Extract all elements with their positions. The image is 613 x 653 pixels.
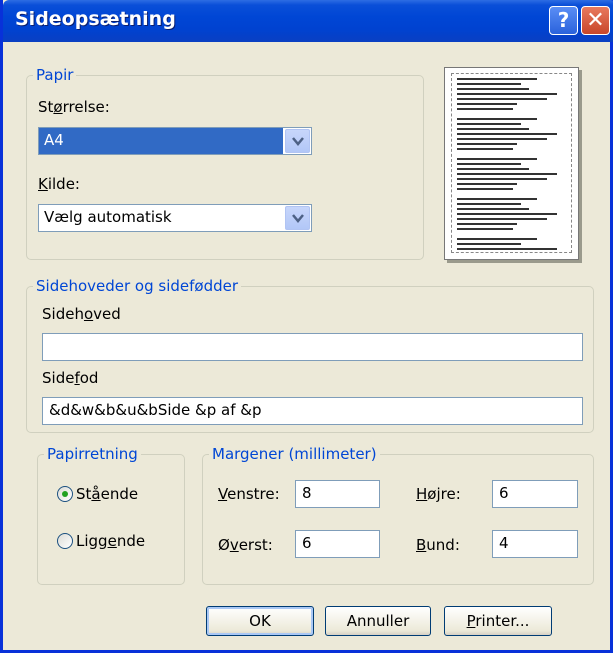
landscape-label[interactable]: Liggende [76, 532, 145, 550]
window-title: Sideopsætning [15, 8, 176, 30]
right-margin-label: Højre: [416, 485, 461, 503]
size-dropdown-button[interactable] [285, 129, 310, 153]
close-icon: ✕ [586, 8, 605, 33]
landscape-radio[interactable] [57, 533, 73, 549]
close-button[interactable]: ✕ [581, 6, 610, 35]
title-bar[interactable]: Sideopsætning ? ✕ [3, 0, 613, 42]
page-preview [444, 67, 579, 260]
margins-legend: Margener (millimeter) [212, 445, 377, 463]
source-dropdown-button[interactable] [285, 206, 310, 230]
footer-label: Sidefod [42, 369, 99, 387]
header-footer-legend: Sidehoveder og sidefødder [36, 277, 239, 295]
left-margin-input[interactable]: 8 [295, 480, 380, 508]
top-margin-label: Øverst: [218, 536, 273, 554]
bottom-margin-label: Bund: [416, 536, 460, 554]
margins-group: Margener (millimeter) [202, 445, 594, 585]
orientation-group: Papirretning [37, 445, 185, 585]
cancel-button[interactable]: Annuller [325, 606, 431, 636]
header-input[interactable] [42, 333, 583, 361]
source-select[interactable]: Vælg automatisk [38, 204, 312, 232]
page-setup-dialog: Sideopsætning ? ✕ Papir Størrelse: A4 Ki… [0, 0, 613, 653]
source-label: Kilde: [38, 175, 80, 193]
source-select-value: Vælg automatisk [44, 208, 172, 226]
size-select[interactable]: A4 [38, 127, 312, 155]
chevron-down-icon [292, 137, 304, 146]
ok-button[interactable]: OK [206, 606, 314, 636]
portrait-label[interactable]: Stående [76, 485, 138, 503]
help-button[interactable]: ? [549, 6, 578, 35]
right-margin-input[interactable]: 6 [492, 480, 578, 508]
paper-legend: Papir [36, 66, 74, 84]
bottom-margin-input[interactable]: 4 [492, 530, 578, 558]
size-select-value: A4 [39, 128, 283, 154]
orientation-legend: Papirretning [47, 445, 138, 463]
chevron-down-icon [292, 214, 304, 223]
footer-input[interactable]: &d&w&b&u&bSide &p af &p [42, 397, 583, 425]
left-margin-label: Venstre: [218, 485, 280, 503]
header-label: Sidehoved [42, 305, 121, 323]
top-margin-input[interactable]: 6 [295, 530, 380, 558]
portrait-radio[interactable] [57, 486, 73, 502]
printer-button[interactable]: Printer... [444, 606, 552, 636]
radio-selected-dot [62, 491, 68, 497]
size-label: Størrelse: [38, 98, 110, 116]
help-icon: ? [557, 8, 570, 32]
